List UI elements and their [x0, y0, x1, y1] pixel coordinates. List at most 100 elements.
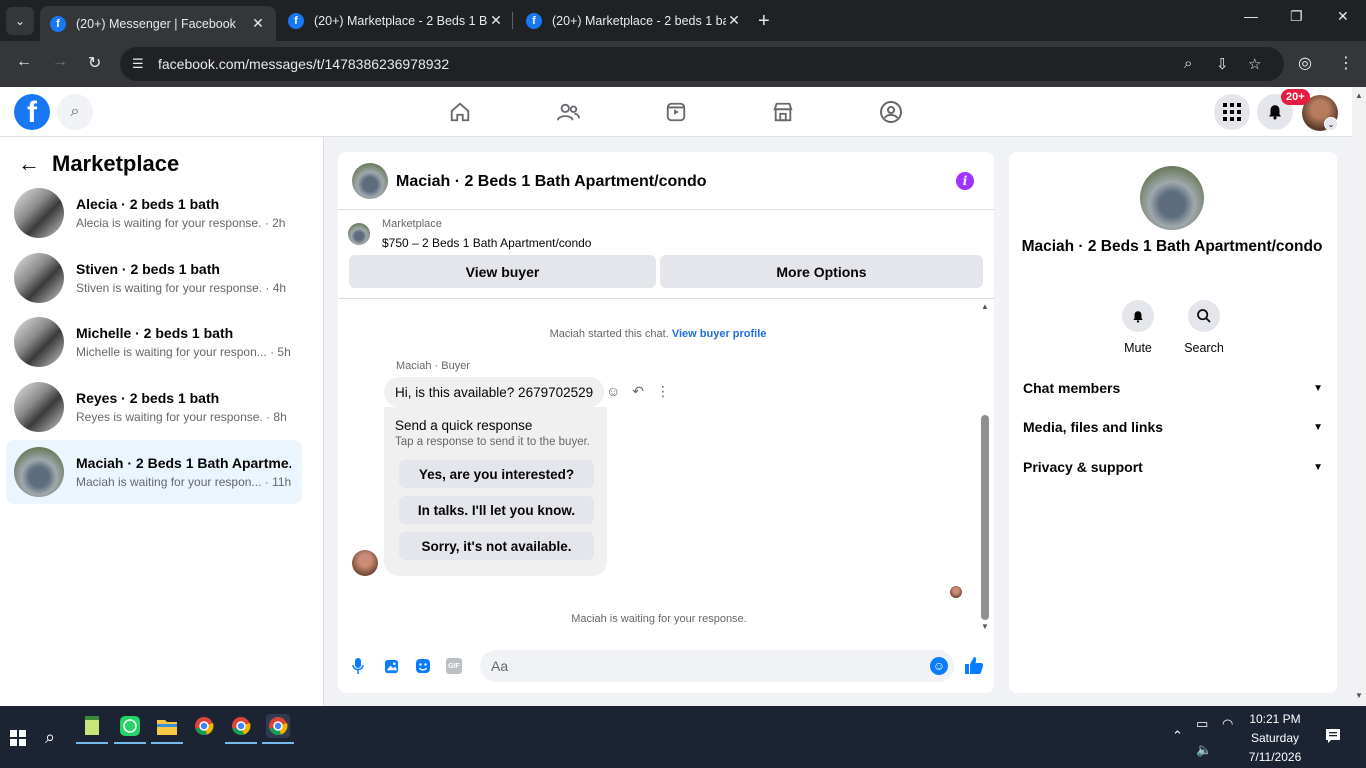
microphone-icon[interactable]: [349, 657, 367, 675]
emoji-icon[interactable]: ☺: [930, 657, 948, 675]
privacy-support-section[interactable]: Privacy & support ▼: [1023, 459, 1323, 475]
browser-menu-icon[interactable]: ⋮: [1338, 53, 1354, 73]
tab-divider: [512, 12, 513, 29]
account-caret-icon[interactable]: ⌄: [1324, 117, 1338, 131]
tab-messenger[interactable]: f (20+) Messenger | Facebook ✕: [40, 6, 276, 41]
chrome-profile-icon[interactable]: [225, 714, 257, 744]
file-explorer-icon[interactable]: [151, 714, 183, 744]
conversation-name: Michelle · 2 beds 1 bath: [76, 325, 234, 341]
close-tab-icon[interactable]: ✕: [250, 15, 266, 32]
conversation-status: Michelle is waiting for your respon... ·…: [76, 345, 291, 359]
minimize-icon[interactable]: —: [1244, 8, 1258, 24]
more-options-button[interactable]: More Options: [660, 255, 983, 288]
scroll-up-icon[interactable]: ▲: [981, 302, 989, 311]
tab-search-dropdown-icon[interactable]: ⌄: [6, 7, 34, 35]
chat-members-section[interactable]: Chat members ▼: [1023, 380, 1323, 396]
view-buyer-profile-link[interactable]: View buyer profile: [672, 328, 767, 340]
reload-icon[interactable]: ↻: [88, 53, 101, 73]
info-icon[interactable]: i: [956, 172, 974, 190]
reply-icon[interactable]: ↶: [632, 383, 644, 400]
marketplace-icon[interactable]: [770, 99, 796, 125]
video-icon[interactable]: [663, 99, 689, 125]
thumbs-up-icon[interactable]: [964, 655, 984, 680]
notification-center-icon[interactable]: [1325, 728, 1341, 747]
tab-marketplace-2[interactable]: f (20+) Marketplace - 2 beds 1 ba ✕: [516, 6, 752, 35]
quick-response-button[interactable]: Sorry, it's not available.: [399, 532, 594, 560]
chat-scrollbar[interactable]: ▲ ▼: [979, 302, 991, 632]
conversation-item[interactable]: Stiven · 2 beds 1 bath Stiven is waiting…: [6, 246, 302, 310]
quick-response-button[interactable]: In talks. I'll let you know.: [399, 496, 594, 524]
scroll-down-icon[interactable]: ▼: [981, 622, 989, 631]
back-arrow-icon[interactable]: ←: [18, 151, 40, 177]
listing-thumbnail: [14, 188, 64, 238]
message-input[interactable]: Aa ☺: [480, 650, 954, 682]
zoom-icon[interactable]: ⌕: [1184, 55, 1192, 72]
gif-icon[interactable]: GIF: [446, 658, 462, 674]
chrome-active-icon[interactable]: [262, 714, 294, 744]
wifi-icon[interactable]: ◠: [1222, 716, 1233, 732]
chat-title[interactable]: Maciah · 2 Beds 1 Bath Apartment/condo: [396, 173, 707, 191]
facebook-favicon-icon: f: [526, 12, 542, 29]
sidebar-header: ← Marketplace: [18, 151, 179, 177]
photo-icon[interactable]: [382, 657, 400, 675]
message-input-placeholder: Aa: [491, 658, 509, 674]
conversation-item-selected[interactable]: Maciah · 2 Beds 1 Bath Apartme... Maciah…: [6, 440, 302, 504]
scroll-down-icon[interactable]: ▼: [1355, 691, 1363, 700]
volume-icon[interactable]: 🔈: [1196, 742, 1212, 758]
conversation-item[interactable]: Alecia · 2 beds 1 bath Alecia is waiting…: [6, 181, 302, 245]
battery-icon[interactable]: ▭: [1196, 716, 1208, 732]
taskbar-clock[interactable]: 10:21 PM Saturday 7/11/2026: [1244, 710, 1306, 767]
scrollbar-thumb[interactable]: [981, 415, 989, 620]
close-window-icon[interactable]: ✕: [1337, 8, 1349, 25]
home-icon[interactable]: [447, 99, 473, 125]
forward-arrow-icon[interactable]: →: [52, 53, 68, 71]
scroll-up-icon[interactable]: ▲: [1355, 91, 1363, 100]
marketplace-inbox-sidebar: ← Marketplace Alecia · 2 beds 1 bath Ale…: [0, 137, 324, 706]
close-tab-icon[interactable]: ✕: [488, 12, 504, 29]
windows-start-icon[interactable]: [10, 730, 26, 746]
mute-button[interactable]: Mute: [1108, 300, 1168, 355]
conversation-item[interactable]: Reyes · 2 beds 1 bath Reyes is waiting f…: [6, 375, 302, 439]
media-files-links-section[interactable]: Media, files and links ▼: [1023, 419, 1323, 435]
page-scrollbar[interactable]: ▲ ▼: [1352, 87, 1366, 706]
site-info-icon[interactable]: ☰: [132, 56, 144, 72]
install-app-icon[interactable]: ⇩: [1216, 55, 1229, 73]
listing-photo[interactable]: [1140, 166, 1204, 230]
new-tab-icon[interactable]: +: [758, 10, 770, 33]
quick-response-button[interactable]: Yes, are you interested?: [399, 460, 594, 488]
section-label: Chat members: [1023, 380, 1121, 396]
groups-icon[interactable]: [878, 99, 904, 125]
back-arrow-icon[interactable]: ←: [16, 53, 32, 71]
message-bubble[interactable]: Hi, is this available? 2679702529: [384, 377, 605, 407]
sticker-icon[interactable]: [414, 657, 432, 675]
conversation-item[interactable]: Michelle · 2 beds 1 bath Michelle is wai…: [6, 310, 302, 374]
search-icon[interactable]: ⌕: [57, 94, 93, 130]
address-bar[interactable]: ☰ facebook.com/messages/t/14783862369789…: [120, 47, 1284, 81]
chrome-app-icon[interactable]: [192, 714, 216, 738]
react-emoji-icon[interactable]: ☺: [606, 383, 620, 400]
conversation-name: Stiven · 2 beds 1 bath: [76, 261, 220, 277]
close-tab-icon[interactable]: ✕: [726, 12, 742, 29]
taskbar-search-icon[interactable]: ⌕: [45, 727, 55, 748]
buyer-avatar[interactable]: [352, 550, 378, 576]
notepad-app-icon[interactable]: [76, 714, 108, 744]
tab-marketplace-1[interactable]: f (20+) Marketplace - 2 Beds 1 Ba ✕: [278, 6, 514, 35]
view-buyer-button[interactable]: View buyer: [349, 255, 656, 288]
running-indicator: [151, 742, 183, 744]
facebook-logo-icon[interactable]: f: [14, 94, 50, 130]
friends-icon[interactable]: [555, 99, 581, 125]
bookmark-star-icon[interactable]: ☆: [1248, 55, 1261, 73]
tab-title: (20+) Marketplace - 2 Beds 1 Ba: [314, 13, 488, 28]
maximize-icon[interactable]: ❐: [1290, 8, 1303, 25]
whatsapp-app-icon[interactable]: [114, 714, 146, 744]
quick-response-subheading: Tap a response to send it to the buyer.: [395, 436, 590, 448]
profile-icon[interactable]: ◎: [1298, 53, 1312, 73]
chevron-up-icon[interactable]: ⌃: [1172, 728, 1183, 744]
menu-grid-icon[interactable]: [1214, 94, 1250, 130]
more-icon[interactable]: ⋮: [656, 383, 670, 400]
mute-label: Mute: [1124, 341, 1152, 355]
bell-icon: [1122, 300, 1154, 332]
search-conversation-button[interactable]: Search: [1174, 300, 1234, 355]
chat-thumbnail[interactable]: [352, 163, 388, 199]
conversation-status: Alecia is waiting for your response. · 2…: [76, 216, 286, 230]
